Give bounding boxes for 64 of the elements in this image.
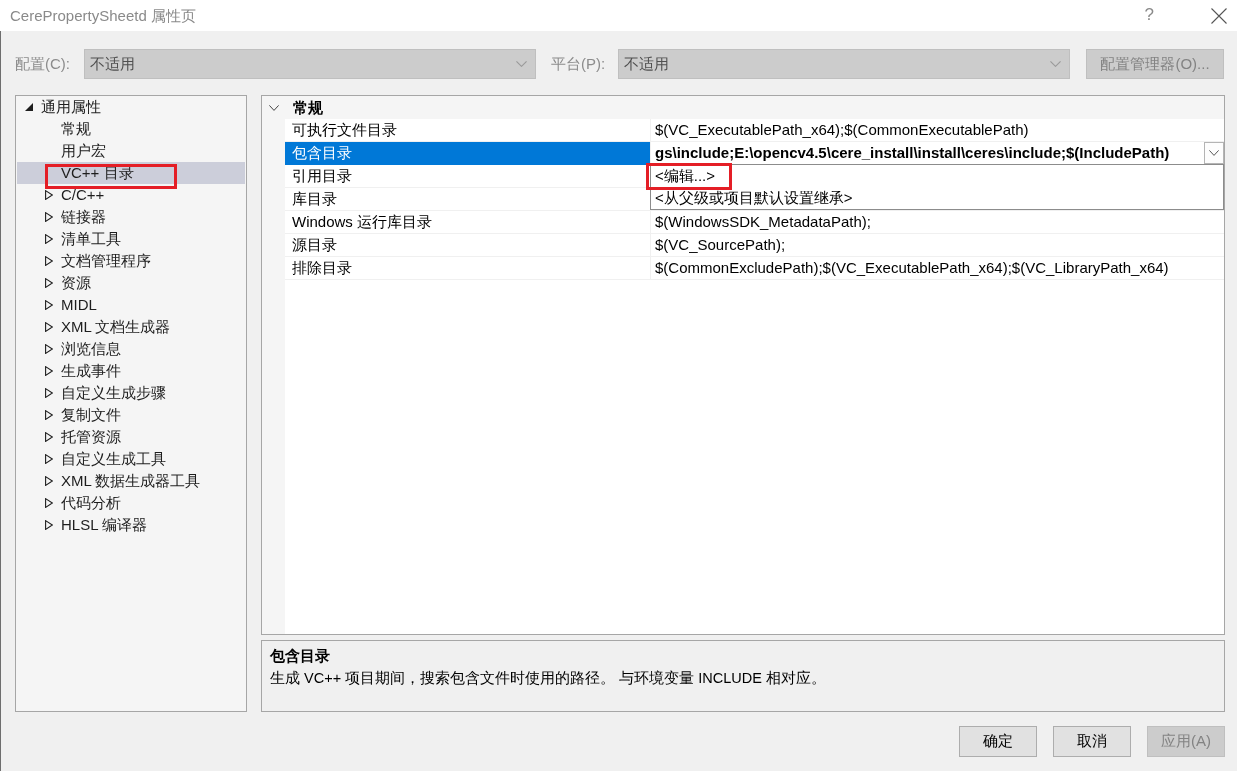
- description-title: 包含目录: [270, 646, 331, 666]
- tree-item[interactable]: C/C++: [17, 184, 245, 206]
- chevron-icon: [516, 61, 527, 67]
- tree-item[interactable]: 生成事件: [17, 360, 245, 382]
- tree-item[interactable]: HLSL 编译器: [17, 514, 245, 536]
- tree-item[interactable]: 用户宏: [17, 140, 245, 162]
- dropdown-option[interactable]: <编辑...>: [651, 165, 1223, 187]
- collapsed-triangle-icon[interactable]: [45, 454, 53, 464]
- collapsed-triangle-icon[interactable]: [45, 344, 53, 354]
- collapsed-triangle-icon[interactable]: [45, 432, 53, 442]
- tree-item[interactable]: MIDL: [17, 294, 245, 316]
- tree-item[interactable]: XML 文档生成器: [17, 316, 245, 338]
- property-name[interactable]: 排除目录: [285, 257, 651, 280]
- property-value: $(WindowsSDK_MetadataPath);: [655, 213, 871, 231]
- collapsed-triangle-icon[interactable]: [45, 498, 53, 508]
- description-text: 生成 VC++ 项目期间，搜索包含文件时使用的路径。 与环境变量 INCLUDE 相对应。: [270, 669, 827, 688]
- tree-item[interactable]: 常规: [17, 118, 245, 140]
- property-name[interactable]: 源目录: [285, 234, 651, 257]
- expanded-triangle-icon[interactable]: [25, 103, 33, 111]
- tree-item[interactable]: 复制文件: [17, 404, 245, 426]
- tree-item[interactable]: 资源: [17, 272, 245, 294]
- dropdown-button[interactable]: [1204, 142, 1224, 164]
- chevron-down-icon[interactable]: [269, 104, 279, 111]
- property-value: $(CommonExcludePath);$(VC_ExecutablePath_x64);$(VC_LibraryPath_x64): [655, 259, 1169, 277]
- tree-item[interactable]: 自定义生成步骤: [17, 382, 245, 404]
- collapsed-triangle-icon[interactable]: [45, 300, 53, 310]
- ok-button[interactable]: 确定: [959, 726, 1037, 757]
- tree-item[interactable]: 自定义生成工具: [17, 448, 245, 470]
- property-value: gs\include;E:\opencv4.5\cere_install\install\ceres\include;$(IncludePath): [655, 144, 1170, 162]
- property-name[interactable]: 库目录: [285, 188, 651, 211]
- collapsed-triangle-icon[interactable]: [45, 278, 53, 288]
- chevron-icon: [1209, 150, 1219, 156]
- collapsed-triangle-icon[interactable]: [45, 520, 53, 530]
- tree-item[interactable]: XML 数据生成器工具: [17, 470, 245, 492]
- tree-item[interactable]: 文档管理程序: [17, 250, 245, 272]
- property-value: $(VC_ExecutablePath_x64);$(CommonExecutablePath): [655, 121, 1029, 139]
- property-name[interactable]: Windows 运行库目录: [285, 211, 651, 234]
- window-title: CerePropertySheetd 属性页: [9, 6, 196, 25]
- collapsed-triangle-icon[interactable]: [45, 476, 53, 486]
- collapsed-triangle-icon[interactable]: [45, 234, 53, 244]
- property-name[interactable]: 引用目录: [285, 165, 651, 188]
- help-button[interactable]: ?: [1144, 5, 1154, 26]
- collapsed-triangle-icon[interactable]: [45, 388, 53, 398]
- collapsed-triangle-icon[interactable]: [45, 190, 53, 200]
- platform-label: 平台(P):: [551, 55, 607, 73]
- chevron-icon: [1050, 61, 1061, 67]
- tree-item[interactable]: 浏览信息: [17, 338, 245, 360]
- tree-item[interactable]: 通用属性: [17, 96, 245, 118]
- configuration-label: 配置(C):: [15, 55, 71, 73]
- cancel-button[interactable]: 取消: [1053, 726, 1131, 757]
- category-label: 常规: [293, 98, 323, 117]
- collapsed-triangle-icon[interactable]: [45, 410, 53, 420]
- tree-item[interactable]: 托管资源: [17, 426, 245, 448]
- tree-item[interactable]: 清单工具: [17, 228, 245, 250]
- property-value: $(VC_SourcePath);: [655, 236, 786, 254]
- collapsed-triangle-icon[interactable]: [45, 212, 53, 222]
- collapsed-triangle-icon[interactable]: [45, 366, 53, 376]
- collapsed-triangle-icon[interactable]: [45, 256, 53, 266]
- tree-item[interactable]: 代码分析: [17, 492, 245, 514]
- property-name[interactable]: 包含目录: [285, 142, 651, 165]
- close-icon[interactable]: [1211, 7, 1227, 24]
- tree-item[interactable]: 链接器: [17, 206, 245, 228]
- collapsed-triangle-icon[interactable]: [45, 322, 53, 332]
- dropdown-option[interactable]: <从父级或项目默认设置继承>: [651, 187, 1223, 209]
